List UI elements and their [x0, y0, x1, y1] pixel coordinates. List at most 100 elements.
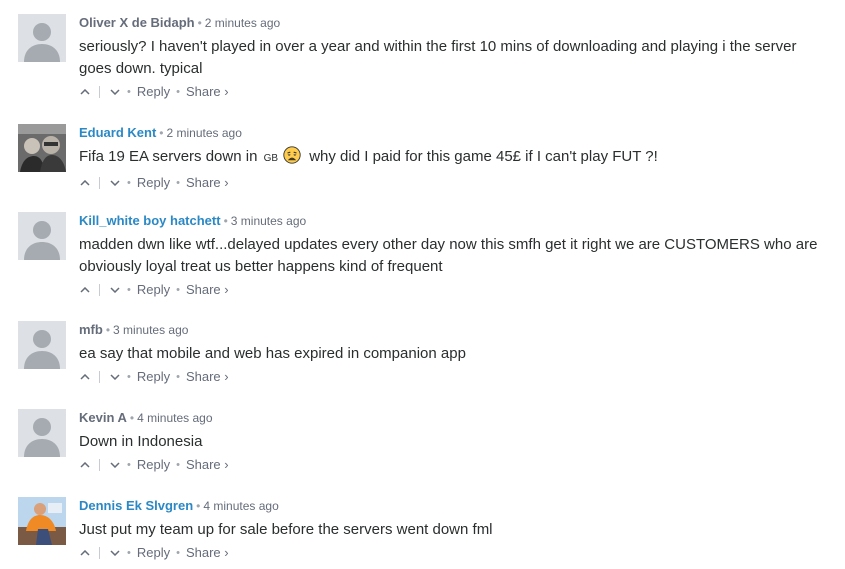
- default-avatar-icon: [18, 321, 66, 369]
- comment-text: ea say that mobile and web has expired i…: [79, 345, 466, 362]
- meta-separator: •: [197, 16, 202, 30]
- downvote-button[interactable]: [109, 82, 121, 102]
- comment-meta: Eduard Kent • 2 minutes ago: [79, 124, 825, 142]
- avatar[interactable]: [18, 212, 66, 260]
- upvote-button[interactable]: [79, 455, 91, 475]
- share-button[interactable]: Share ›: [186, 82, 229, 102]
- comment-text: seriously? I haven't played in over a ye…: [79, 38, 797, 77]
- author-name[interactable]: Oliver X de Bidaph: [79, 15, 195, 30]
- chevron-up-icon: [80, 462, 90, 468]
- action-separator: •: [176, 284, 180, 296]
- action-separator: •: [176, 177, 180, 189]
- reply-button[interactable]: Reply: [137, 82, 170, 102]
- upvote-button[interactable]: [79, 280, 91, 300]
- comment-body: Kill_white boy hatchett • 3 minutes ago ma…: [79, 212, 825, 300]
- chevron-down-icon: [110, 180, 120, 186]
- reply-button[interactable]: Reply: [137, 543, 170, 563]
- timestamp[interactable]: 2 minutes ago: [167, 126, 242, 140]
- author-name[interactable]: Eduard Kent: [79, 125, 156, 140]
- upvote-button[interactable]: [79, 543, 91, 563]
- comment-actions: • Reply • Share ›: [79, 543, 825, 563]
- action-separator: •: [127, 86, 131, 98]
- author-name[interactable]: mfb: [79, 322, 103, 337]
- chevron-up-icon: [80, 180, 90, 186]
- comment-actions: • Reply • Share ›: [79, 455, 825, 475]
- chevron-up-icon: [80, 287, 90, 293]
- vote-divider: [99, 371, 100, 383]
- comment-actions: • Reply • Share ›: [79, 280, 825, 300]
- timestamp[interactable]: 4 minutes ago: [137, 411, 212, 425]
- action-separator: •: [176, 459, 180, 471]
- share-button[interactable]: Share ›: [186, 280, 229, 300]
- flag-gb: GB: [263, 153, 279, 164]
- reply-button[interactable]: Reply: [137, 173, 170, 193]
- avatar[interactable]: [18, 497, 66, 545]
- reply-button[interactable]: Reply: [137, 280, 170, 300]
- upvote-button[interactable]: [79, 82, 91, 102]
- chevron-down-icon: [110, 89, 120, 95]
- author-name[interactable]: Kevin A: [79, 410, 127, 425]
- reply-button[interactable]: Reply: [137, 367, 170, 387]
- meta-separator: •: [129, 411, 135, 425]
- upvote-button[interactable]: [79, 173, 91, 193]
- avatar[interactable]: [18, 321, 66, 369]
- action-separator: •: [127, 371, 131, 383]
- weary-face-emoji-icon: [283, 146, 301, 171]
- meta-separator: •: [223, 214, 228, 228]
- vote-divider: [99, 284, 100, 296]
- comment-meta: Dennis Ek Slvgren • 4 minutes ago: [79, 497, 825, 515]
- comment-text: Down in Indonesia: [79, 433, 203, 450]
- chevron-down-icon: [110, 287, 120, 293]
- upvote-button[interactable]: [79, 367, 91, 387]
- meta-separator: •: [196, 499, 201, 513]
- user-photo-icon: [18, 497, 66, 545]
- comment-body: Kevin A • 4 minutes ago Down in Indonesia …: [79, 409, 825, 475]
- downvote-button[interactable]: [109, 543, 121, 563]
- avatar[interactable]: [18, 409, 66, 457]
- chevron-down-icon: [110, 462, 120, 468]
- downvote-button[interactable]: [109, 367, 121, 387]
- action-separator: •: [127, 459, 131, 471]
- share-button[interactable]: Share ›: [186, 367, 229, 387]
- action-separator: •: [176, 547, 180, 559]
- comment-body: Eduard Kent • 2 minutes ago Fifa 19 EA ser…: [79, 124, 825, 193]
- timestamp[interactable]: 4 minutes ago: [203, 499, 278, 513]
- vote-divider: [99, 86, 100, 98]
- downvote-button[interactable]: [109, 280, 121, 300]
- comment-actions: • Reply • Share ›: [79, 82, 825, 102]
- author-name[interactable]: Dennis Ek Slvgren: [79, 498, 193, 513]
- comment-body: mfb • 3 minutes ago ea say that mobile and…: [79, 321, 825, 387]
- downvote-button[interactable]: [109, 455, 121, 475]
- action-separator: •: [176, 371, 180, 383]
- timestamp[interactable]: 3 minutes ago: [231, 214, 306, 228]
- comment-meta: Kevin A • 4 minutes ago: [79, 409, 825, 427]
- comment-actions: • Reply • Share ›: [79, 173, 825, 193]
- action-separator: •: [127, 177, 131, 189]
- action-separator: •: [127, 284, 131, 296]
- meta-separator: •: [105, 323, 111, 337]
- reply-button[interactable]: Reply: [137, 455, 170, 475]
- author-name[interactable]: Kill_white boy hatchett: [79, 213, 221, 228]
- share-button[interactable]: Share ›: [186, 543, 229, 563]
- downvote-button[interactable]: [109, 173, 121, 193]
- timestamp[interactable]: 3 minutes ago: [113, 323, 188, 337]
- chevron-up-icon: [80, 89, 90, 95]
- user-photo-icon: [18, 124, 66, 172]
- avatar[interactable]: [18, 14, 66, 62]
- share-button[interactable]: Share ›: [186, 173, 229, 193]
- comment-meta: mfb • 3 minutes ago: [79, 321, 825, 339]
- chevron-down-icon: [110, 550, 120, 556]
- chevron-down-icon: [110, 374, 120, 380]
- default-avatar-icon: [18, 14, 66, 62]
- comment-text: Just put my team up for sale before the …: [79, 521, 493, 538]
- vote-divider: [99, 547, 100, 559]
- action-separator: •: [176, 86, 180, 98]
- vote-divider: [99, 459, 100, 471]
- comment-actions: • Reply • Share ›: [79, 367, 825, 387]
- avatar[interactable]: [18, 124, 66, 172]
- action-separator: •: [127, 547, 131, 559]
- vote-divider: [99, 177, 100, 189]
- share-button[interactable]: Share ›: [186, 455, 229, 475]
- meta-separator: •: [159, 126, 164, 140]
- timestamp[interactable]: 2 minutes ago: [205, 16, 280, 30]
